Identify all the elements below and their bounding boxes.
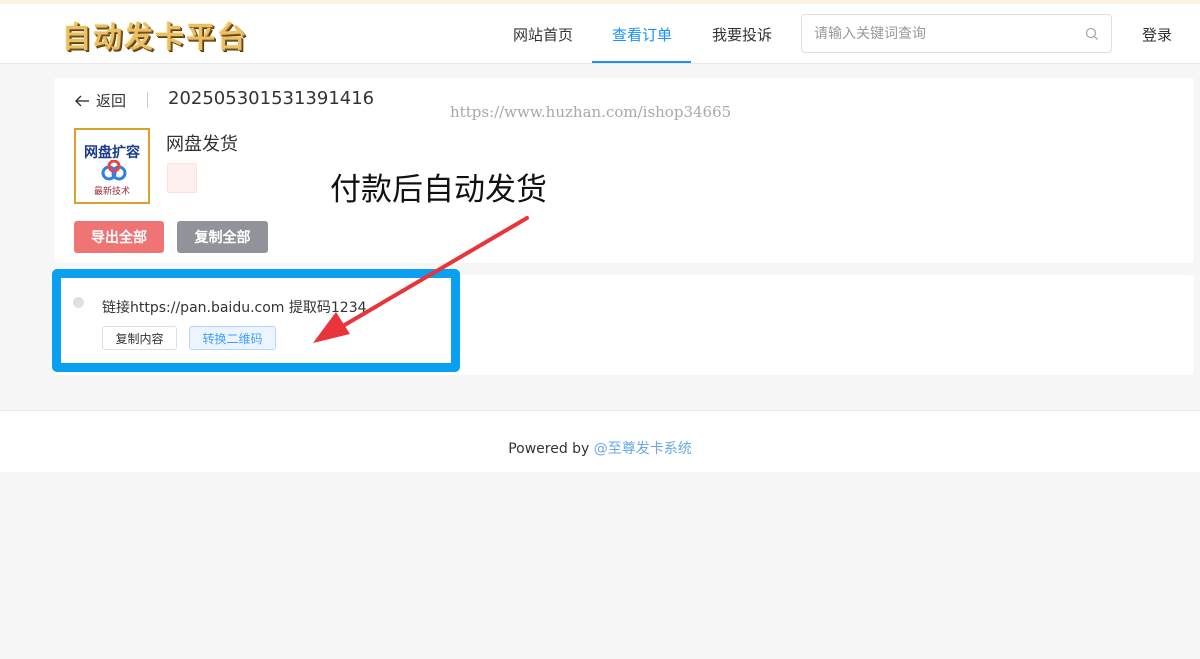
system-link[interactable]: @至尊发卡系统 bbox=[594, 441, 692, 457]
thumbnail-title: 网盘扩容 bbox=[84, 145, 140, 161]
powered-by-label: Powered by bbox=[508, 441, 594, 457]
nav-home[interactable]: 网站首页 bbox=[513, 24, 573, 45]
product-thumbnail: 网盘扩容 最新技术 bbox=[74, 128, 150, 204]
timeline-dot bbox=[73, 297, 84, 308]
back-link[interactable]: 返回 bbox=[74, 90, 126, 111]
nav-active-underline bbox=[592, 61, 691, 63]
convert-qr-button[interactable]: 转换二维码 bbox=[189, 326, 276, 350]
thumbnail-subtitle: 最新技术 bbox=[93, 187, 130, 197]
search-icon[interactable] bbox=[1085, 27, 1099, 41]
header: 自动发卡平台 网站首页 查看订单 我要投诉 登录 bbox=[0, 4, 1200, 64]
order-card: 返回 20250530153139141​6 https://www.huzha… bbox=[54, 78, 1194, 263]
annotation-text: 付款后自动发货 bbox=[330, 172, 547, 208]
header-divider bbox=[147, 92, 148, 108]
watermark-text: https://www.huzhan.com/ishop34665 bbox=[450, 103, 732, 121]
product-tag-placeholder bbox=[167, 163, 197, 193]
order-number: 20250530153139141​6 bbox=[168, 88, 375, 109]
copy-all-button[interactable]: 复制全部 bbox=[177, 221, 268, 253]
search-box bbox=[801, 14, 1112, 53]
nav-complaint[interactable]: 我要投诉 bbox=[712, 24, 772, 45]
nav-view-orders[interactable]: 查看订单 bbox=[612, 24, 672, 45]
site-logo[interactable]: 自动发卡平台 bbox=[62, 14, 248, 56]
cloud-logo-icon bbox=[101, 160, 127, 181]
back-label: 返回 bbox=[96, 92, 127, 110]
copy-content-button[interactable]: 复制内容 bbox=[102, 326, 177, 350]
search-input[interactable] bbox=[814, 24, 1074, 44]
footer-text: Powered by @至尊发卡系统 bbox=[0, 438, 1200, 458]
export-all-button[interactable]: 导出全部 bbox=[74, 221, 164, 253]
card-content-text: 链接https://pan.baidu.com 提取码1234 bbox=[102, 300, 367, 316]
highlight-box bbox=[52, 269, 460, 372]
arrow-left-icon bbox=[75, 95, 89, 106]
product-name: 网盘发货 bbox=[166, 134, 238, 155]
footer: Powered by @至尊发卡系统 bbox=[0, 410, 1200, 472]
login-link[interactable]: 登录 bbox=[1142, 24, 1172, 45]
